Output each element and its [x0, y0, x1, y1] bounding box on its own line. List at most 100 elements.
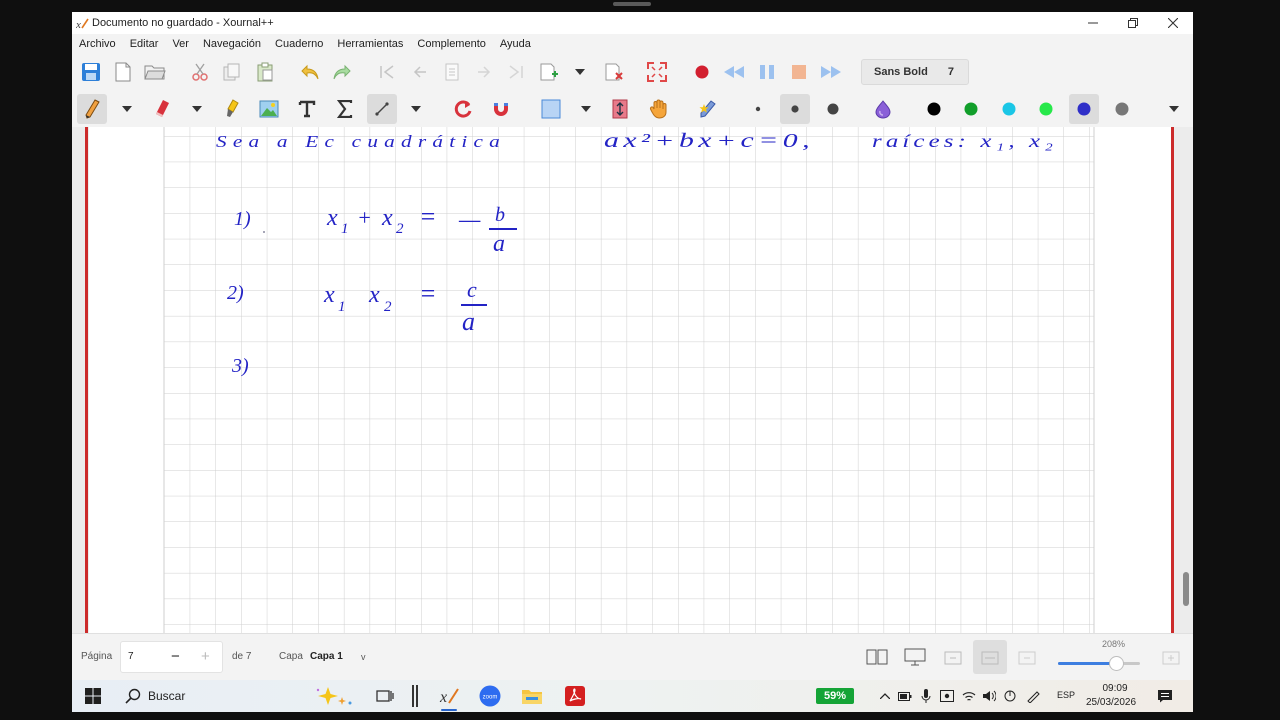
- color-cyan-button[interactable]: [998, 98, 1020, 120]
- vertical-space-button[interactable]: [609, 98, 631, 120]
- taskbar-file-explorer[interactable]: [520, 685, 544, 707]
- toolbar-overflow-dropdown[interactable]: [1163, 98, 1185, 120]
- undo-button[interactable]: [299, 61, 321, 83]
- thickness-fine-button[interactable]: [747, 98, 769, 120]
- record-button[interactable]: [691, 61, 713, 83]
- menu-editar[interactable]: Editar: [130, 38, 159, 50]
- select-options-dropdown[interactable]: [575, 98, 597, 120]
- color-lime-button[interactable]: [1035, 98, 1057, 120]
- zoom-slider-thumb[interactable]: [1109, 656, 1124, 671]
- battery-tray-icon[interactable]: [897, 685, 913, 707]
- set-defaults-button[interactable]: [696, 98, 718, 120]
- shape-recognizer-button[interactable]: [452, 98, 474, 120]
- save-button[interactable]: [80, 61, 102, 83]
- restore-button[interactable]: [1113, 12, 1153, 34]
- new-document-button[interactable]: [112, 61, 134, 83]
- fill-color-button[interactable]: [872, 98, 894, 120]
- taskbar-zoom-app[interactable]: zoom: [478, 685, 502, 707]
- thickness-thick-button[interactable]: [822, 98, 844, 120]
- stop-button[interactable]: [788, 61, 810, 83]
- fast-forward-button[interactable]: [820, 61, 842, 83]
- menu-archivo[interactable]: Archivo: [79, 38, 116, 50]
- color-black-button[interactable]: [923, 98, 945, 120]
- microphone-tray-icon[interactable]: [918, 685, 934, 707]
- image-tool-button[interactable]: [258, 98, 280, 120]
- layer-selector[interactable]: Capa 1: [310, 651, 343, 662]
- taskbar-search-text[interactable]: Buscar: [148, 689, 185, 703]
- rewind-button[interactable]: [723, 61, 745, 83]
- page-spin-input[interactable]: 7 − +: [120, 641, 223, 673]
- redo-button[interactable]: [331, 61, 353, 83]
- close-button[interactable]: [1153, 12, 1193, 34]
- shape-options-dropdown[interactable]: [405, 98, 427, 120]
- snap-magnet-button[interactable]: [490, 98, 512, 120]
- copy-button[interactable]: [221, 61, 243, 83]
- document-canvas[interactable]: Sea a Ec cuadrática ax²+bx+c=0, raíces: …: [72, 127, 1193, 633]
- pen-options-dropdown[interactable]: [116, 98, 138, 120]
- battery-indicator[interactable]: 59%: [816, 688, 854, 704]
- taskbar-xournal-app[interactable]: x: [436, 685, 462, 707]
- vertical-scrollbar[interactable]: [1183, 572, 1189, 606]
- show-hidden-icons-button[interactable]: [877, 685, 893, 707]
- taskbar-search-button[interactable]: [122, 685, 144, 707]
- taskbar-pen-app[interactable]: [406, 685, 424, 707]
- taskbar-acrobat[interactable]: [563, 685, 587, 707]
- zoom-fit-button[interactable]: [942, 646, 964, 668]
- wifi-tray-icon[interactable]: [961, 685, 977, 707]
- ruler-tool-button[interactable]: [367, 94, 397, 124]
- goto-page-button[interactable]: [441, 61, 463, 83]
- screen-capture-tray-icon[interactable]: [939, 685, 955, 707]
- color-green-button[interactable]: [960, 98, 982, 120]
- pause-button[interactable]: [756, 61, 778, 83]
- math-tex-tool-button[interactable]: [334, 98, 356, 120]
- notifications-button[interactable]: [1155, 685, 1175, 707]
- page-decrement-button[interactable]: −: [171, 648, 180, 665]
- insert-page-button[interactable]: [538, 61, 560, 83]
- zoom-in-button[interactable]: [1160, 646, 1182, 668]
- menu-herramientas[interactable]: Herramientas: [337, 38, 403, 50]
- font-selector-button[interactable]: Sans Bold 7: [861, 59, 969, 85]
- last-page-button[interactable]: [505, 61, 527, 83]
- clock-date[interactable]: 25/03/2026: [1086, 697, 1136, 708]
- first-page-button[interactable]: [376, 61, 398, 83]
- hand-tool-button[interactable]: [648, 98, 670, 120]
- color-gray-button[interactable]: [1111, 98, 1133, 120]
- power-tray-icon[interactable]: [1002, 685, 1018, 707]
- menu-ayuda[interactable]: Ayuda: [500, 38, 531, 50]
- previous-page-button[interactable]: [409, 61, 431, 83]
- page-increment-button[interactable]: +: [201, 648, 210, 665]
- zoom-out-button[interactable]: [1016, 646, 1038, 668]
- paste-button[interactable]: [254, 61, 276, 83]
- minimize-button[interactable]: [1073, 12, 1113, 34]
- select-rectangle-button[interactable]: [540, 98, 562, 120]
- dual-page-view-button[interactable]: [866, 646, 888, 668]
- cut-button[interactable]: [189, 61, 211, 83]
- eraser-options-dropdown[interactable]: [186, 98, 208, 120]
- next-page-button[interactable]: [473, 61, 495, 83]
- language-indicator[interactable]: ESP: [1057, 690, 1075, 700]
- start-button[interactable]: [82, 685, 104, 707]
- volume-tray-icon[interactable]: [981, 685, 997, 707]
- menu-navegacion[interactable]: Navegación: [203, 38, 261, 50]
- menu-complemento[interactable]: Complemento: [417, 38, 485, 50]
- presentation-mode-button[interactable]: [904, 646, 926, 668]
- menu-ver[interactable]: Ver: [172, 38, 189, 50]
- open-button[interactable]: [144, 61, 166, 83]
- text-tool-button[interactable]: [296, 98, 318, 120]
- color-blue-button[interactable]: [1069, 94, 1099, 124]
- page-number-value[interactable]: 7: [128, 651, 134, 662]
- layer-dropdown-arrow[interactable]: v: [361, 652, 366, 662]
- menu-cuaderno[interactable]: Cuaderno: [275, 38, 323, 50]
- delete-page-button[interactable]: [603, 61, 625, 83]
- eraser-tool-button[interactable]: [151, 98, 173, 120]
- fullscreen-button[interactable]: [646, 61, 668, 83]
- notebook-page[interactable]: Sea a Ec cuadrática ax²+bx+c=0, raíces: …: [89, 127, 1171, 633]
- zoom-page-width-button[interactable]: [973, 640, 1007, 674]
- pen-tray-icon[interactable]: [1025, 685, 1041, 707]
- copilot-sparkle[interactable]: [310, 685, 360, 707]
- clock-time[interactable]: 09:09: [1100, 683, 1130, 694]
- insert-page-dropdown[interactable]: [569, 61, 591, 83]
- highlighter-tool-button[interactable]: [221, 98, 243, 120]
- task-view-button[interactable]: [374, 685, 396, 707]
- thickness-medium-button[interactable]: [780, 94, 810, 124]
